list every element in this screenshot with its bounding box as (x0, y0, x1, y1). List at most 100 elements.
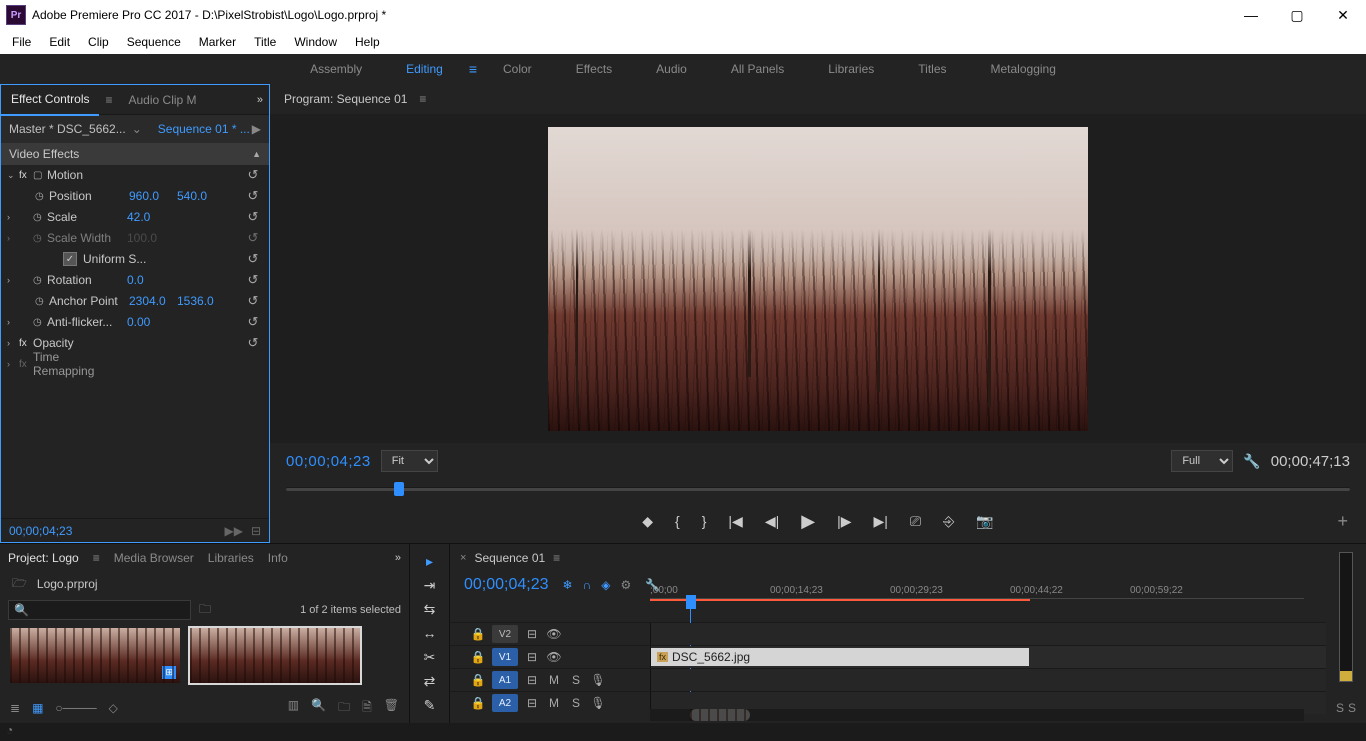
program-scrubber[interactable] (286, 479, 1350, 499)
sync-lock-icon[interactable]: ⊟ (524, 673, 540, 687)
reset-icon[interactable]: ↺ (243, 230, 263, 246)
tab-project[interactable]: Project: Logo (8, 551, 79, 565)
menu-clip[interactable]: Clip (80, 33, 117, 51)
program-timecode[interactable]: 00;00;04;23 (286, 453, 371, 470)
position-x[interactable]: 960.0 (129, 189, 177, 203)
extract-icon[interactable]: ⎆ (943, 513, 954, 530)
export-frame-icon[interactable]: 📷 (976, 513, 993, 530)
play-icon[interactable]: ▶ (801, 511, 815, 532)
panel-menu-icon[interactable]: ≡ (553, 551, 560, 565)
new-bin-icon[interactable]: 🗀 (199, 600, 211, 621)
ws-options-icon[interactable]: ≡ (465, 54, 481, 84)
track-a1-lane[interactable] (650, 669, 1326, 691)
stopwatch-icon[interactable]: ◷ (33, 275, 47, 286)
tab-info[interactable]: Info (268, 551, 288, 565)
close-sequence-icon[interactable]: × (460, 552, 466, 564)
go-to-in-icon[interactable]: |◀ (728, 513, 742, 530)
minimize-button[interactable]: — (1228, 0, 1274, 30)
reset-icon[interactable]: ↺ (243, 314, 263, 330)
menu-marker[interactable]: Marker (191, 33, 244, 51)
eye-icon[interactable]: 👁 (546, 650, 562, 664)
twirl-icon[interactable]: › (7, 212, 19, 222)
project-search-input[interactable] (8, 600, 191, 620)
twirl-icon[interactable]: › (7, 317, 19, 327)
add-marker-icon[interactable]: ◈ (601, 578, 610, 592)
ws-editing[interactable]: Editing (384, 54, 465, 84)
motion-rect-icon[interactable]: ▢ (33, 170, 47, 181)
linked-selection-icon[interactable]: ∩ (583, 578, 592, 592)
zoom-select[interactable]: Full (1171, 450, 1233, 472)
marker-icon[interactable]: ◆ (642, 513, 653, 530)
panel-overflow-icon[interactable]: » (395, 552, 401, 564)
timeline-settings-icon[interactable]: ⚙ (620, 578, 631, 592)
stopwatch-icon[interactable]: ◷ (33, 317, 47, 328)
anchor-y[interactable]: 1536.0 (177, 294, 225, 308)
sequence-tab[interactable]: Sequence 01 (474, 551, 545, 565)
snap-icon[interactable]: ❄ (563, 578, 573, 592)
ws-titles[interactable]: Titles (896, 54, 968, 84)
panel-overflow-icon[interactable]: » (257, 94, 263, 106)
tab-media-browser[interactable]: Media Browser (114, 551, 194, 565)
mute-button[interactable]: M (546, 673, 562, 687)
project-thumbnail[interactable]: ⊞ (10, 628, 180, 683)
fx-badge-icon[interactable]: fx (19, 170, 33, 181)
reset-icon[interactable]: ↺ (243, 272, 263, 288)
find-icon[interactable]: 🔍 (311, 698, 326, 719)
new-item-icon[interactable]: 🗎 (362, 698, 372, 719)
stopwatch-icon[interactable]: ◷ (35, 296, 49, 307)
panel-menu-icon[interactable]: ≡ (93, 551, 100, 565)
uniform-scale-checkbox[interactable]: ✓ (63, 252, 77, 266)
ws-metalogging[interactable]: Metalogging (969, 54, 1078, 84)
ws-audio[interactable]: Audio (634, 54, 709, 84)
reset-icon[interactable]: ↺ (243, 293, 263, 309)
freeform-icon[interactable]: ▥ (288, 698, 299, 719)
rate-stretch-tool-icon[interactable]: ↔ (416, 624, 444, 642)
antiflicker-value[interactable]: 0.00 (127, 315, 175, 329)
list-view-icon[interactable]: ≣ (10, 701, 20, 715)
slip-tool-icon[interactable]: ⇄ (416, 673, 444, 691)
solo-left[interactable]: S (1336, 701, 1344, 715)
menu-sequence[interactable]: Sequence (119, 33, 189, 51)
panel-menu-icon[interactable]: ≡ (419, 92, 426, 106)
fit-select[interactable]: Fit (381, 450, 438, 472)
scale-value[interactable]: 42.0 (127, 210, 175, 224)
solo-button[interactable]: S (568, 696, 584, 710)
razor-tool-icon[interactable]: ✂ (416, 649, 444, 667)
work-area-bar[interactable] (650, 599, 1030, 601)
stopwatch-icon[interactable]: ◷ (35, 191, 49, 202)
solo-button[interactable]: S (568, 673, 584, 687)
collapse-icon[interactable]: ▲ (252, 149, 261, 159)
fx-badge-icon[interactable]: fx (19, 338, 33, 349)
eye-icon[interactable]: 👁 (546, 627, 562, 641)
master-clip-label[interactable]: Master * DSC_5662... (9, 122, 126, 136)
zoom-slider[interactable]: ○──── (55, 701, 96, 715)
time-ruler[interactable]: ;00;00 00;00;14;23 00;00;29;23 00;00;44;… (650, 598, 1304, 620)
fx-foot-icon[interactable]: ⊟ (251, 524, 261, 538)
track-v2-label[interactable]: V2 (492, 625, 518, 643)
lock-icon[interactable]: 🔒 (470, 650, 486, 664)
menu-window[interactable]: Window (286, 33, 345, 51)
ripple-edit-tool-icon[interactable]: ⇆ (416, 600, 444, 618)
out-point-icon[interactable]: } (702, 513, 707, 529)
pen-tool-icon[interactable]: ✎ (416, 697, 444, 715)
solo-right[interactable]: S (1348, 701, 1356, 715)
mute-button[interactable]: M (546, 696, 562, 710)
track-select-tool-icon[interactable]: ⇥ (416, 576, 444, 594)
clip-dropdown-icon[interactable]: ⌄ (132, 122, 142, 136)
delete-icon[interactable]: 🗑 (384, 698, 399, 719)
fx-badge-icon[interactable]: fx (19, 359, 33, 370)
track-v1-lane[interactable]: fx DSC_5662.jpg (650, 646, 1326, 668)
sync-lock-icon[interactable]: ⊟ (524, 650, 540, 664)
play-clip-icon[interactable]: ▶ (252, 122, 261, 136)
reset-icon[interactable]: ↺ (243, 188, 263, 204)
sort-icon[interactable]: ◇ (109, 701, 118, 715)
twirl-icon[interactable]: ⌄ (7, 170, 19, 181)
ws-effects[interactable]: Effects (554, 54, 634, 84)
monitor-viewport[interactable] (270, 114, 1366, 443)
timeline-clip[interactable]: fx DSC_5662.jpg (651, 648, 1029, 666)
selection-tool-icon[interactable]: ▸ (416, 552, 444, 570)
voiceover-icon[interactable]: 🎙 (590, 696, 606, 710)
playhead-icon[interactable] (686, 595, 696, 609)
lock-icon[interactable]: 🔒 (470, 673, 486, 687)
step-back-icon[interactable]: ◀| (765, 513, 779, 530)
